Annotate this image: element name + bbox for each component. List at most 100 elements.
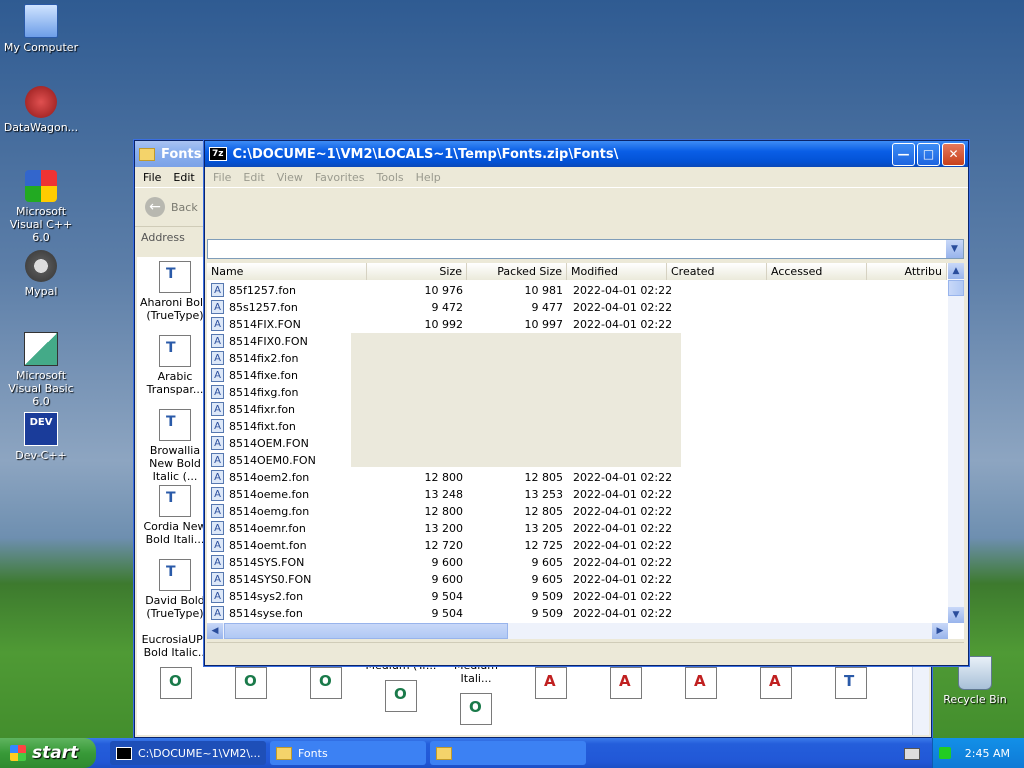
table-row[interactable]: A 85f1257.fon 10 976 10 981 2022-04-01 02:22 bbox=[207, 282, 947, 299]
table-row[interactable]: A 8514SYS0.FON 9 600 9 605 2022-04-01 02:22 bbox=[207, 571, 947, 588]
opentype-font-icon: O bbox=[460, 693, 492, 725]
menu-file[interactable]: File bbox=[137, 171, 167, 184]
cell-name: 8514oemr.fon bbox=[229, 522, 306, 535]
column-header-created[interactable]: Created bbox=[667, 263, 767, 280]
scroll-thumb[interactable] bbox=[948, 280, 964, 296]
cell-name: 85s1257.fon bbox=[229, 301, 298, 314]
windows-logo-icon bbox=[10, 745, 26, 761]
cell-name: 8514fixg.fon bbox=[229, 386, 299, 399]
desktop-icon-mypal[interactable]: Mypal bbox=[0, 250, 82, 298]
opentype-font-icon: O bbox=[310, 667, 342, 699]
font-item[interactable]: T Aharoni Bold (TrueType) bbox=[139, 261, 211, 322]
table-row[interactable]: A 8514oeme.fon 13 248 13 253 2022-04-01 02:2… bbox=[207, 486, 947, 503]
zip-window[interactable]: 7z C:\DOCUME~1\VM2\LOCALS~1\Temp\Fonts.z… bbox=[204, 140, 969, 666]
font-item[interactable]: EucrosiaUPC Bold Italic... O bbox=[139, 633, 213, 702]
dropdown-arrow-icon[interactable]: ▼ bbox=[946, 240, 963, 258]
network-icon[interactable] bbox=[938, 747, 951, 759]
table-row[interactable]: A 8514sys2.fon 9 504 9 509 2022-04-01 02:22 bbox=[207, 588, 947, 605]
column-header-accessed[interactable]: Accessed bbox=[767, 263, 867, 280]
cell-packed-size: 12 725 bbox=[524, 539, 564, 552]
zip-window-title: C:\DOCUME~1\VM2\LOCALS~1\Temp\Fonts.zip\… bbox=[232, 146, 619, 162]
back-arrow-icon[interactable]: ← bbox=[145, 197, 165, 217]
scroll-right-icon[interactable]: ▶ bbox=[932, 623, 948, 639]
back-button-label[interactable]: Back bbox=[171, 201, 198, 214]
column-header-attributes[interactable]: Attribu bbox=[867, 263, 947, 280]
zip-list: Name Size Packed Size Modified Created A… bbox=[207, 263, 964, 639]
font-item[interactable]: T Cordia New Bold Itali... bbox=[139, 485, 211, 546]
opentype-font-icon: O bbox=[160, 667, 192, 699]
menu-file[interactable]: File bbox=[207, 171, 237, 184]
zip-window-titlebar[interactable]: 7z C:\DOCUME~1\VM2\LOCALS~1\Temp\Fonts.z… bbox=[205, 141, 968, 167]
table-row[interactable]: A 8514syse.fon 9 504 9 509 2022-04-01 02:22 bbox=[207, 605, 947, 622]
desktop-icon-label: Mypal bbox=[24, 285, 58, 298]
table-row[interactable]: A 85s1257.fon 9 472 9 477 2022-04-01 02:22 bbox=[207, 299, 947, 316]
cell-name: 8514SYS0.FON bbox=[229, 573, 312, 586]
folder-icon bbox=[436, 746, 452, 760]
font-file-icon: A bbox=[211, 453, 224, 467]
desktop-icon-my-computer[interactable]: My Computer bbox=[0, 4, 82, 54]
horizontal-scrollbar[interactable]: ◀ ▶ bbox=[207, 623, 948, 639]
font-file-icon: A bbox=[211, 538, 224, 552]
cell-modified: 2022-04-01 02:22 bbox=[573, 301, 673, 314]
fonts-window-title: Fonts bbox=[161, 146, 202, 162]
menu-favorites[interactable]: Favorites bbox=[309, 171, 371, 184]
fonts-scrollbar[interactable] bbox=[912, 661, 929, 735]
maximize-button[interactable]: □ bbox=[917, 142, 940, 166]
menu-tools[interactable]: Tools bbox=[371, 171, 410, 184]
menu-help[interactable]: Help bbox=[410, 171, 447, 184]
column-header-name[interactable]: Name bbox=[207, 263, 367, 280]
cell-name: 8514fixr.fon bbox=[229, 403, 296, 416]
column-header-packed-size[interactable]: Packed Size bbox=[467, 263, 567, 280]
font-file-icon: A bbox=[211, 572, 224, 586]
status-bar bbox=[207, 642, 964, 663]
taskbar-item-label: Fonts bbox=[298, 746, 328, 760]
vertical-scrollbar[interactable]: ▲ ▼ bbox=[948, 263, 964, 623]
zip-path-combo[interactable]: ▼ bbox=[207, 239, 964, 259]
desktop-icon-dev-cpp[interactable]: DEV Dev-C++ bbox=[0, 412, 82, 462]
font-file-icon: A bbox=[211, 351, 224, 365]
truetype-font-icon: T bbox=[835, 667, 867, 699]
scroll-thumb[interactable] bbox=[224, 623, 508, 639]
column-header-modified[interactable]: Modified bbox=[567, 263, 667, 280]
table-row[interactable]: A 8514SYS.FON 9 600 9 605 2022-04-01 02:22 bbox=[207, 554, 947, 571]
scroll-left-icon[interactable]: ◀ bbox=[207, 623, 223, 639]
scroll-up-icon[interactable]: ▲ bbox=[948, 263, 964, 279]
cell-name: 8514fix2.fon bbox=[229, 352, 299, 365]
start-button[interactable]: start bbox=[0, 738, 96, 768]
desktop-icon-label: My Computer bbox=[3, 41, 79, 54]
taskbar-item-folder[interactable] bbox=[430, 741, 586, 765]
cell-name: 8514OEM0.FON bbox=[229, 454, 316, 467]
system-tray: 2:45 AM bbox=[932, 738, 1024, 768]
menu-edit[interactable]: Edit bbox=[167, 171, 200, 184]
close-button[interactable]: ✕ bbox=[942, 142, 965, 166]
table-row[interactable]: A 8514oem2.fon 12 800 12 805 2022-04-01 02:2… bbox=[207, 469, 947, 486]
font-file-icon: A bbox=[211, 283, 224, 297]
raster-font-icon: A bbox=[685, 667, 717, 699]
table-row[interactable]: A 8514oemg.fon 12 800 12 805 2022-04-01 02:2… bbox=[207, 503, 947, 520]
cell-modified: 2022-04-01 02:22 bbox=[573, 573, 673, 586]
table-row[interactable]: A 8514oemt.fon 12 720 12 725 2022-04-01 02:2… bbox=[207, 537, 947, 554]
minimize-button[interactable]: — bbox=[892, 142, 915, 166]
cell-name: 85f1257.fon bbox=[229, 284, 296, 297]
desktop-icon-visual-basic[interactable]: Microsoft Visual Basic 6.0 bbox=[0, 332, 82, 408]
cell-packed-size: 9 509 bbox=[531, 607, 564, 620]
keyboard-icon[interactable] bbox=[904, 748, 920, 760]
folder-icon bbox=[139, 147, 155, 161]
font-item[interactable]: T David Bold (TrueType) bbox=[139, 559, 211, 620]
taskbar-item-fonts[interactable]: Fonts bbox=[270, 741, 426, 765]
menu-view[interactable]: View bbox=[271, 171, 309, 184]
cell-packed-size: 9 605 bbox=[531, 573, 564, 586]
zip-menubar: File Edit View Favorites Tools Help bbox=[205, 167, 968, 187]
taskbar-item-7zip[interactable]: C:\DOCUME~1\VM2\... bbox=[110, 741, 266, 765]
table-row[interactable]: A 8514FIX.FON 10 992 10 997 2022-04-01 02:22 bbox=[207, 316, 947, 333]
font-item[interactable]: T Arabic Transpar... bbox=[139, 335, 211, 396]
desktop-icon-visual-cpp[interactable]: Microsoft Visual C++ 6.0 bbox=[0, 170, 82, 244]
truetype-font-icon: T bbox=[159, 409, 191, 441]
table-row[interactable]: A 8514oemr.fon 13 200 13 205 2022-04-01 02:2… bbox=[207, 520, 947, 537]
scroll-down-icon[interactable]: ▼ bbox=[948, 607, 964, 623]
desktop-icon-datawagon[interactable]: DataWagon... bbox=[0, 86, 82, 134]
menu-edit[interactable]: Edit bbox=[237, 171, 270, 184]
font-item[interactable]: T Browallia New Bold Italic (... bbox=[139, 409, 211, 483]
cell-name: 8514fixe.fon bbox=[229, 369, 298, 382]
column-header-size[interactable]: Size bbox=[367, 263, 467, 280]
